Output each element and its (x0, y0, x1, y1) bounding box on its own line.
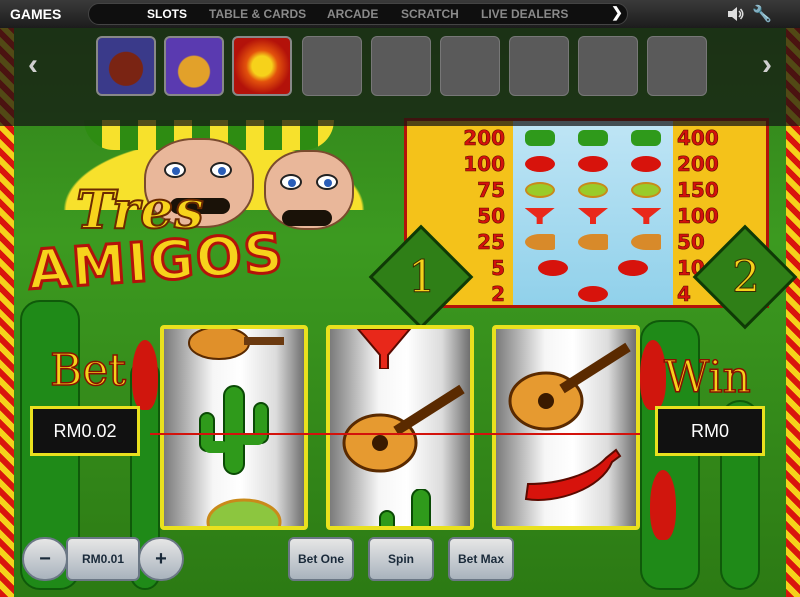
game-logo: Tres AMIGOS (14, 120, 404, 325)
background-pepper (132, 340, 158, 410)
payout-value: 100 (463, 152, 505, 177)
maraca-icon (631, 182, 662, 198)
cocktail-icon (524, 208, 555, 224)
empty-slot (647, 36, 707, 96)
cactus-icon (379, 489, 431, 526)
game-thumb-1[interactable] (96, 36, 156, 96)
guitar-icon (188, 329, 284, 360)
payout-value: 100 (677, 204, 719, 229)
payline (150, 433, 640, 435)
empty-slot (509, 36, 569, 96)
paytable-row-one-pepper (513, 281, 673, 305)
empty-slot (578, 36, 638, 96)
maraca-icon (577, 182, 608, 198)
two-coin-label: 2 (732, 252, 761, 304)
chevron-right-icon[interactable]: ❯ (608, 4, 626, 20)
bet-one-button[interactable]: Bet One (288, 537, 354, 581)
payout-value: 50 (477, 204, 505, 229)
paytable-row-cactus (513, 125, 673, 151)
pepper-icon (631, 156, 662, 172)
logo-title-line2: AMIGOS (25, 220, 289, 304)
cocktail-icon (577, 208, 608, 224)
game-carousel: ‹ › (0, 28, 800, 126)
guitar-icon (577, 234, 608, 250)
guitar-icon (508, 342, 631, 431)
bet-max-button[interactable]: Bet Max (448, 537, 514, 581)
top-bar: GAMES SLOTS TABLE & CARDS ARCADE SCRATCH… (0, 0, 800, 28)
one-coin-label: 1 (408, 252, 437, 304)
pepper-icon (524, 448, 622, 501)
background-pepper (650, 470, 676, 540)
game-thumb-2[interactable] (164, 36, 224, 96)
increase-coin-button[interactable]: + (138, 537, 184, 581)
category-nav: SLOTS TABLE & CARDS ARCADE SCRATCH LIVE … (88, 3, 628, 25)
pepper-icon (577, 156, 608, 172)
cocktail-icon (631, 208, 662, 224)
payout-value: 400 (677, 126, 719, 151)
decrease-coin-button[interactable]: − (22, 537, 68, 581)
maraca-icon (206, 498, 282, 526)
empty-slot (440, 36, 500, 96)
pepper-icon (578, 286, 608, 302)
nav-table-cards[interactable]: TABLE & CARDS (209, 7, 306, 21)
bet-value-display: RM0.02 (30, 406, 140, 456)
empty-slot (302, 36, 362, 96)
eye (280, 174, 302, 190)
pepper-icon (538, 260, 568, 276)
chevron-right-icon[interactable]: › (752, 48, 782, 82)
game-thumb-3[interactable] (232, 36, 292, 96)
mustache (282, 210, 332, 226)
eye (164, 162, 186, 178)
background-pepper (640, 340, 666, 410)
guitar-icon (342, 384, 465, 473)
cactus-icon (524, 130, 555, 146)
payout-value: 200 (463, 126, 505, 151)
guitar-icon (631, 234, 662, 250)
cactus-icon (631, 130, 662, 146)
eye (316, 174, 338, 190)
reel-3 (492, 325, 640, 530)
spin-button[interactable]: Spin (368, 537, 434, 581)
cactus-icon (577, 130, 608, 146)
paytable-row-maraca (513, 177, 673, 203)
reel-2 (326, 325, 474, 530)
win-label: Win (663, 351, 751, 404)
chevron-left-icon[interactable]: ‹ (18, 48, 48, 82)
maraca-icon (524, 182, 555, 198)
cactus-icon (199, 385, 269, 475)
speaker-icon[interactable] (726, 5, 744, 23)
nav-scratch[interactable]: SCRATCH (401, 7, 459, 21)
eye (210, 162, 232, 178)
amigo-face (264, 150, 354, 230)
paytable-row-pepper (513, 151, 673, 177)
wrench-icon[interactable]: 🔧 (752, 4, 772, 24)
empty-slot (371, 36, 431, 96)
cocktail-icon (356, 329, 412, 369)
payout-value: 200 (677, 152, 719, 177)
games-title: GAMES (10, 6, 62, 22)
pepper-icon (524, 156, 555, 172)
reel-1 (160, 325, 308, 530)
paytable-row-guitar (513, 229, 673, 255)
payout-value: 150 (677, 178, 719, 203)
win-value-display: RM0 (655, 406, 765, 456)
coin-value-display: RM0.01 (66, 537, 140, 581)
guitar-icon (524, 234, 555, 250)
pepper-icon (618, 260, 648, 276)
nav-slots[interactable]: SLOTS (147, 7, 187, 21)
nav-live-dealers[interactable]: LIVE DEALERS (481, 7, 568, 21)
bet-label: Bet (49, 344, 127, 397)
nav-arcade[interactable]: ARCADE (327, 7, 378, 21)
paytable-row-two-peppers (513, 255, 673, 281)
paytable-row-drink (513, 203, 673, 229)
payout-value: 75 (477, 178, 505, 203)
